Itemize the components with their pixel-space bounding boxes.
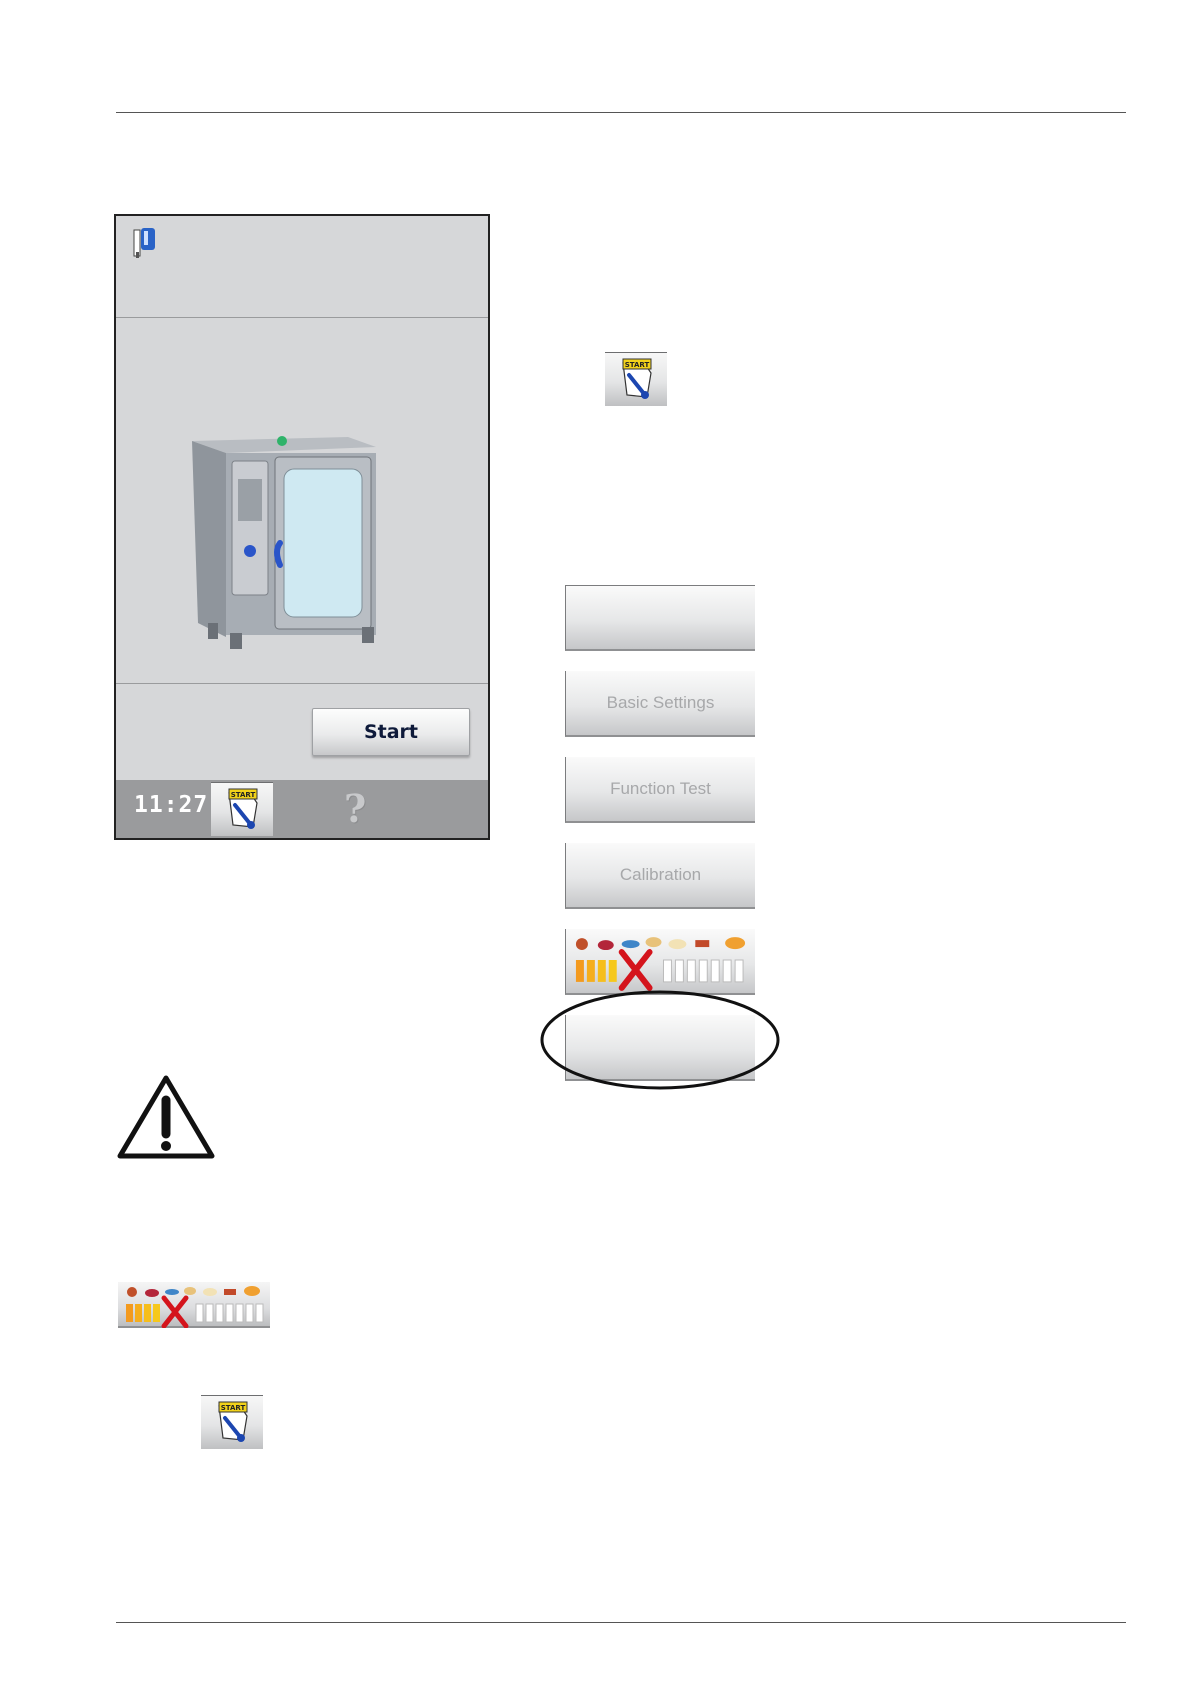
care-level-button[interactable] [565, 929, 755, 995]
care-level-indicator-icon [126, 1286, 264, 1329]
device-top-panel [116, 216, 488, 318]
start-button[interactable]: Start [312, 708, 470, 756]
startcare-icon-text: START [231, 791, 256, 799]
care-level-indicator-icon [575, 937, 746, 991]
startcare-icon: START [622, 358, 652, 399]
combi-oven-illustration [192, 436, 376, 649]
menu-button-blank[interactable] [565, 585, 755, 651]
header-rule [116, 112, 1126, 113]
startcare-icon: START [228, 788, 258, 829]
care-level-indicator-small [118, 1282, 270, 1329]
footer-rule [116, 1622, 1126, 1623]
basic-settings-button[interactable]: Basic Settings [565, 671, 755, 737]
startcare-icon: START [218, 1401, 248, 1442]
help-icon[interactable]: ? [344, 786, 366, 831]
calibration-button[interactable]: Calibration [565, 843, 755, 909]
oven-status-icon [133, 228, 155, 258]
startcare-icon-text: START [625, 361, 650, 369]
clock-display: 11:27 [134, 792, 209, 818]
highlight-ellipse [540, 990, 780, 1090]
warning-triangle-icon [117, 1075, 215, 1159]
device-main-area [116, 317, 488, 684]
device-screen: Start 11:27 START ? [114, 214, 490, 840]
startcare-icon-large: START [605, 352, 667, 406]
device-status-bar: 11:27 START ? [116, 780, 488, 838]
startcare-icon-text: START [221, 1404, 246, 1412]
startcare-icon-small: START [201, 1395, 263, 1449]
startcare-icon-button[interactable]: START [211, 782, 273, 836]
function-test-button[interactable]: Function Test [565, 757, 755, 823]
